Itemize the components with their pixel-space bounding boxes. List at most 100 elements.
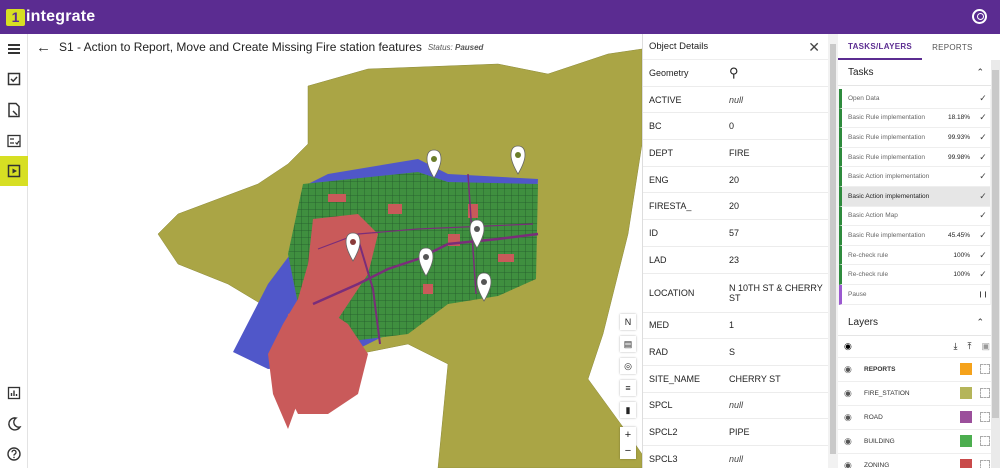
ruler-icon[interactable]: ▤ xyxy=(620,336,636,352)
task-item[interactable]: Basic Action Map ✓ xyxy=(839,206,994,227)
tab-tasks-layers[interactable]: TASKS/LAYERS xyxy=(838,34,923,60)
chart-icon[interactable] xyxy=(0,378,28,408)
task-item[interactable]: Open Data ✓ xyxy=(839,89,994,109)
task-progress: 99.93% xyxy=(947,133,970,141)
expand-icon[interactable] xyxy=(980,436,990,447)
download-icon[interactable]: ⤓ xyxy=(954,341,958,352)
play-task-icon[interactable] xyxy=(0,156,28,186)
task-item[interactable]: Pause ❙❙ xyxy=(839,284,994,305)
detail-key: LAD xyxy=(649,254,667,265)
eye-icon[interactable]: ◉ xyxy=(844,341,954,352)
expand-icon[interactable] xyxy=(980,388,990,399)
task-name: Basic Action implementation xyxy=(848,192,930,200)
report-file-icon[interactable] xyxy=(0,95,28,125)
layer-row[interactable]: ◉ BUILDING xyxy=(838,429,1000,454)
task-item[interactable]: Re-check rule 100% ✓ xyxy=(839,265,994,285)
help-icon[interactable] xyxy=(0,439,28,469)
task-name: Basic Action Map xyxy=(848,212,898,220)
search-icon[interactable]: ⚲ xyxy=(729,65,739,80)
details-scroll-thumb[interactable] xyxy=(830,44,836,454)
layer-color-swatch[interactable] xyxy=(960,435,972,448)
task-name: Basic Rule implementation xyxy=(848,153,925,161)
layers-icon[interactable] xyxy=(0,34,28,64)
detail-value: FIRE xyxy=(729,147,750,158)
eye-icon[interactable]: ◉ xyxy=(844,412,858,423)
map-marker-icon[interactable] xyxy=(345,232,361,262)
detail-key: SITE_NAME xyxy=(649,373,701,384)
measure-icon[interactable]: ≡ xyxy=(620,380,636,396)
layer-name: REPORTS xyxy=(864,365,896,373)
app-logo[interactable]: 1 integrate xyxy=(6,8,95,26)
layer-color-swatch[interactable] xyxy=(960,387,972,400)
pause-icon: ❙❙ xyxy=(977,291,989,298)
task-item[interactable]: Re-check rule 100% ✓ xyxy=(839,245,994,266)
detail-row: LAD 23 xyxy=(643,247,828,274)
close-icon[interactable]: ✕ xyxy=(808,39,820,56)
task-name: Re-check rule xyxy=(848,251,889,259)
eye-icon[interactable]: ◉ xyxy=(844,436,858,447)
status-label: Status: xyxy=(427,42,453,52)
details-rows: Geometry ⚲ ACTIVE null BC 0 DEPT FIRE ENG 20 FIRES… xyxy=(643,60,828,468)
layer-color-swatch[interactable] xyxy=(960,459,972,468)
layer-color-swatch[interactable] xyxy=(960,363,972,376)
zoom-in-button[interactable]: + xyxy=(620,427,636,443)
expand-icon[interactable] xyxy=(980,460,990,468)
account-circle-icon[interactable] xyxy=(972,9,987,24)
expand-icon[interactable] xyxy=(980,412,990,423)
map-marker-icon[interactable] xyxy=(426,149,442,179)
expand-icon[interactable] xyxy=(980,364,990,375)
chevron-up-icon[interactable]: ⌃ xyxy=(976,67,984,78)
check-icon: ✓ xyxy=(979,269,987,280)
task-progress: 99.98% xyxy=(947,153,970,161)
task-progress: 45.45% xyxy=(947,231,970,239)
detail-key: ENG xyxy=(649,174,669,185)
chevron-up-icon[interactable]: ⌃ xyxy=(976,317,984,328)
task-item[interactable]: Basic Rule implementation 18.18% ✓ xyxy=(839,108,994,129)
task-name: Basic Rule implementation xyxy=(848,231,925,239)
map-marker-icon[interactable] xyxy=(476,272,492,302)
map-view[interactable]: ← S1 - Action to Report, Move and Create… xyxy=(28,34,642,468)
eye-icon[interactable]: ◉ xyxy=(844,460,858,468)
layers-header[interactable]: Layers ⌃ xyxy=(838,309,1000,336)
expand-icon[interactable]: ▣ xyxy=(981,341,990,352)
layer-row[interactable]: ◉ ZONING xyxy=(838,453,1000,468)
check-icon: ✓ xyxy=(979,112,987,123)
upload-icon[interactable]: ⤒ xyxy=(968,341,972,352)
north-arrow-icon[interactable]: N xyxy=(620,314,636,330)
map-marker-icon[interactable] xyxy=(418,247,434,277)
detail-row: ACTIVE null xyxy=(643,87,828,114)
detail-row: LOCATION N 10TH ST & CHERRY ST xyxy=(643,274,828,313)
layer-name: BUILDING xyxy=(864,437,895,445)
task-check-icon[interactable] xyxy=(0,64,28,94)
detail-row: ID 57 xyxy=(643,220,828,247)
zoom-out-button[interactable]: − xyxy=(620,443,636,459)
task-item[interactable]: Basic Action implementation ✓ xyxy=(839,167,994,187)
locate-icon[interactable]: ◎ xyxy=(620,358,636,374)
layer-row[interactable]: ◉ FIRE_STATION xyxy=(838,381,1000,406)
detail-value: N 10TH ST & CHERRY ST xyxy=(729,282,823,303)
detail-value: ⚲ xyxy=(729,65,828,81)
check-icon: ✓ xyxy=(979,249,987,260)
moon-icon[interactable] xyxy=(0,409,28,439)
detail-key: FIRESTA_ xyxy=(649,201,692,212)
layer-color-swatch[interactable] xyxy=(960,411,972,424)
task-item[interactable]: Basic Rule implementation 99.93% ✓ xyxy=(839,128,994,148)
layer-row[interactable]: ◉ ROAD xyxy=(838,405,1000,430)
task-item[interactable]: Basic Rule implementation 45.45% ✓ xyxy=(839,226,994,246)
eye-icon[interactable]: ◉ xyxy=(844,364,858,375)
tasks-header[interactable]: Tasks ⌃ xyxy=(838,60,1000,86)
check-icon: ✓ xyxy=(979,190,987,201)
map-marker-icon[interactable] xyxy=(510,145,526,175)
back-arrow-icon[interactable]: ← xyxy=(36,39,51,56)
side-scroll-thumb[interactable] xyxy=(992,70,999,418)
left-nav xyxy=(0,34,28,468)
rule-list-icon[interactable] xyxy=(0,126,28,156)
bookmark-icon[interactable]: ▮ xyxy=(620,402,636,418)
eye-icon[interactable]: ◉ xyxy=(844,388,858,399)
layer-row[interactable]: ◉ REPORTS xyxy=(838,357,1000,382)
detail-row: SPCL3 null xyxy=(643,446,828,468)
tab-reports[interactable]: REPORTS xyxy=(922,34,983,60)
task-item[interactable]: Basic Action implementation ✓ xyxy=(839,186,994,207)
task-item[interactable]: Basic Rule implementation 99.98% ✓ xyxy=(839,147,994,168)
map-marker-icon[interactable] xyxy=(469,219,485,249)
